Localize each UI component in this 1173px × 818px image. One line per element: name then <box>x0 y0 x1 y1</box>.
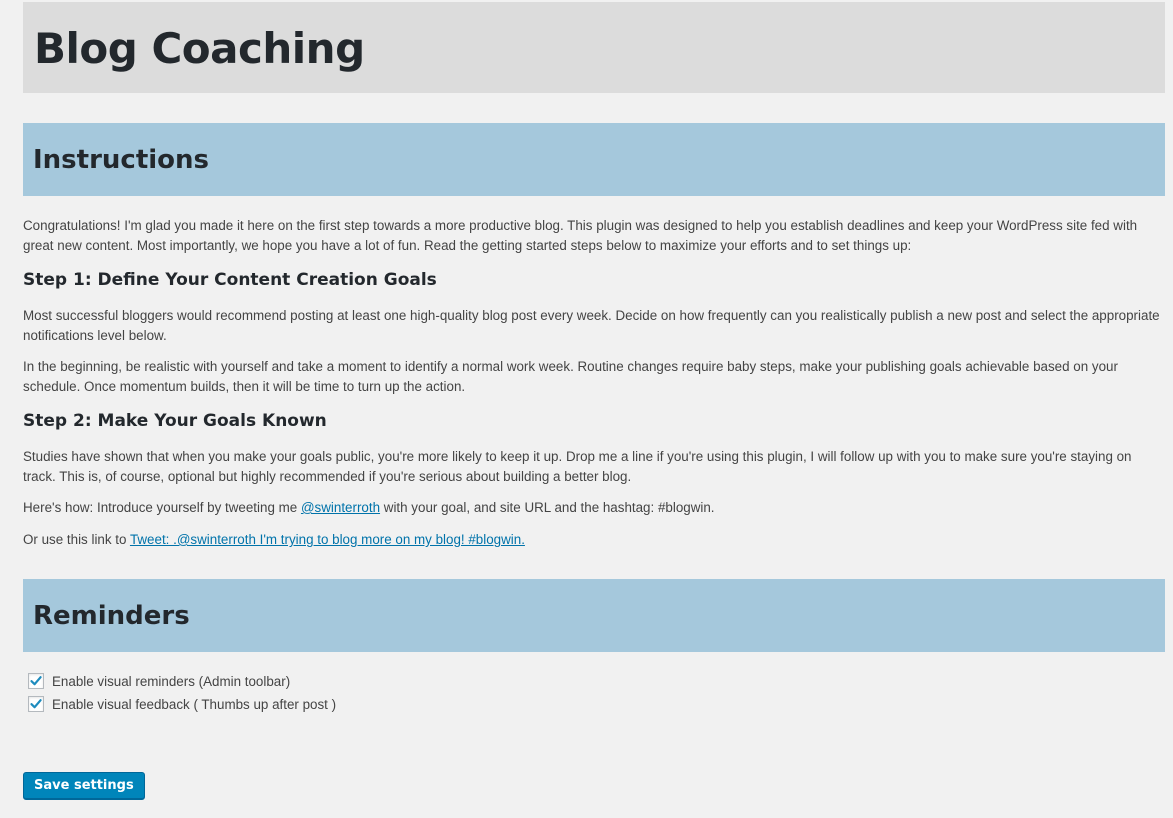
visual-feedback-checkbox[interactable] <box>28 696 44 712</box>
reminders-section-header: Reminders <box>23 579 1165 652</box>
step2-tweet-line: Or use this link to Tweet: .@swinterroth… <box>23 530 1163 550</box>
tweet-link[interactable]: Tweet: .@swinterroth I'm trying to blog … <box>130 532 525 547</box>
reminders-heading: Reminders <box>33 601 190 631</box>
instructions-heading: Instructions <box>33 145 210 175</box>
twitter-handle-link[interactable]: @swinterroth <box>301 500 380 515</box>
visual-feedback-label: Enable visual feedback ( Thumbs up after… <box>52 696 337 712</box>
visual-reminders-option[interactable]: Enable visual reminders (Admin toolbar) <box>28 671 290 691</box>
howto-prefix: Here's how: Introduce yourself by tweeti… <box>23 500 301 515</box>
checkmark-icon <box>30 676 42 686</box>
step1-title: Step 1: Define Your Content Creation Goa… <box>23 270 437 290</box>
step2-paragraph-1: Studies have shown that when you make yo… <box>23 449 1132 484</box>
checkmark-icon <box>30 699 42 709</box>
page-title: Blog Coaching <box>34 24 365 73</box>
save-settings-button[interactable]: Save settings <box>23 772 145 800</box>
howto-suffix: with your goal, and site URL and the has… <box>380 500 715 515</box>
step2-howto: Here's how: Introduce yourself by tweeti… <box>23 498 1163 518</box>
instructions-section-header: Instructions <box>23 123 1165 196</box>
visual-feedback-option[interactable]: Enable visual feedback ( Thumbs up after… <box>28 694 336 714</box>
page-header: Blog Coaching <box>23 2 1165 93</box>
visual-reminders-checkbox[interactable] <box>28 673 44 689</box>
step1-paragraph-2: In the beginning, be realistic with your… <box>23 359 1118 394</box>
visual-reminders-label: Enable visual reminders (Admin toolbar) <box>52 673 291 689</box>
instructions-intro: Congratulations! I'm glad you made it he… <box>23 218 1138 253</box>
tweet-link-prefix: Or use this link to <box>23 532 130 547</box>
step1-paragraph-1: Most successful bloggers would recommend… <box>23 308 1160 343</box>
step2-title: Step 2: Make Your Goals Known <box>23 411 327 431</box>
